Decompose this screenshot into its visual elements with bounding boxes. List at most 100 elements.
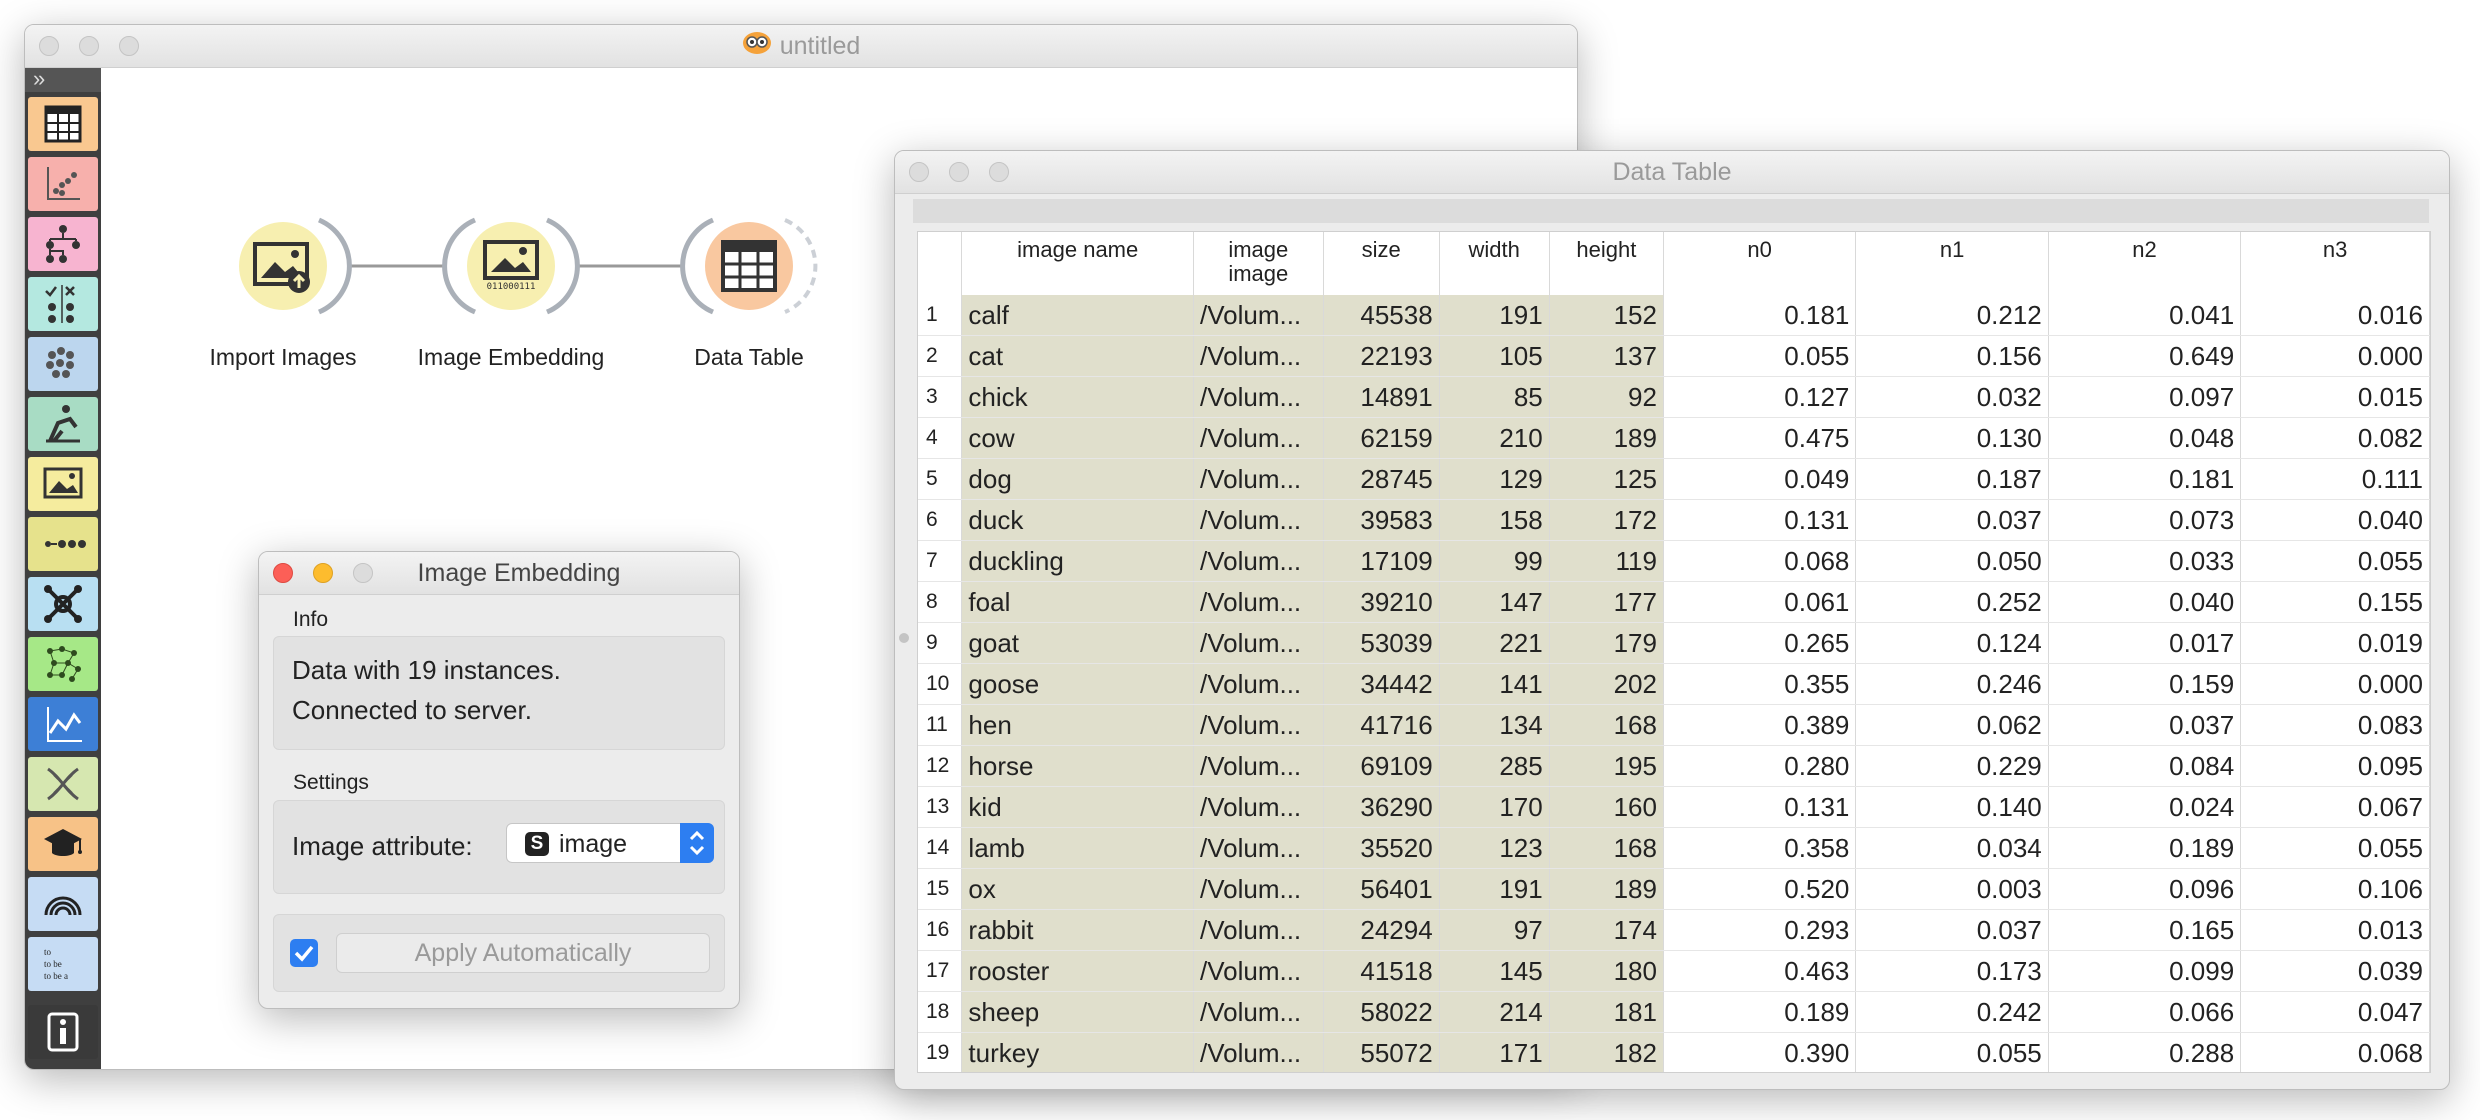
apply-auto-checkbox[interactable] — [290, 939, 318, 967]
cell-image: /Volum... — [1193, 622, 1324, 664]
cell-n0: 0.293 — [1663, 909, 1857, 951]
table-row[interactable]: 8 foal/Volum... 39210 147 177 0.061 0.252 0.040… — [918, 581, 2430, 623]
table-row[interactable]: 5 dog/Volum... 28745 129 125 0.049 0.187 0.181 0… — [918, 458, 2430, 500]
table-row[interactable]: 17 rooster/Volum... 41518 145 180 0.463 0.173 0… — [918, 950, 2430, 992]
data-table-title: Data Table — [1612, 158, 1732, 186]
visualize-icon[interactable] — [28, 157, 98, 211]
data-icon[interactable] — [28, 97, 98, 151]
column-header-n1[interactable]: n1 — [1855, 232, 2049, 295]
row-index: 8 — [918, 581, 963, 623]
table-row[interactable]: 7 duckling/Volum... 17109 99 119 0.068 0.050 0.… — [918, 540, 2430, 582]
table-row[interactable]: 13 kid/Volum... 36290 170 160 0.131 0.140 0.024… — [918, 786, 2430, 828]
splitter-handle[interactable] — [899, 633, 909, 643]
cell-image: /Volum... — [1193, 499, 1324, 541]
dna-icon[interactable] — [28, 757, 98, 811]
checkmark-icon — [294, 945, 314, 962]
column-header-image[interactable]: image image — [1193, 232, 1324, 295]
cell-height: 189 — [1549, 868, 1664, 910]
cell-n3: 0.000 — [2240, 663, 2430, 705]
cell-name: sheep — [961, 991, 1194, 1033]
column-header-n0[interactable]: n0 — [1663, 232, 1857, 295]
row-index: 16 — [918, 909, 963, 951]
cell-height: 172 — [1549, 499, 1664, 541]
cell-image: /Volum... — [1193, 458, 1324, 500]
table-row[interactable]: 2 cat/Volum... 22193 105 137 0.055 0.156 0.649 0… — [918, 335, 2430, 377]
table-row[interactable]: 3 chick/Volum... 14891 85 92 0.127 0.032 0.097 0… — [918, 376, 2430, 418]
column-header-size[interactable]: size — [1323, 232, 1440, 295]
cell-size: 39583 — [1323, 499, 1440, 541]
spectroscopy-icon[interactable] — [28, 877, 98, 931]
node-data-table[interactable] — [680, 216, 818, 316]
cell-image: /Volum... — [1193, 786, 1324, 828]
table-row[interactable]: 12 horse/Volum... 69109 285 195 0.280 0.229 0.0… — [918, 745, 2430, 787]
image-embedding-icon — [467, 222, 555, 310]
column-header-name[interactable]: image name — [961, 232, 1194, 295]
table-row[interactable]: 19 turkey/Volum... 55072 171 182 0.390 0.055 0.… — [918, 1032, 2430, 1072]
cell-size: 62159 — [1323, 417, 1440, 459]
table-row[interactable]: 4 cow/Volum... 62159 210 189 0.475 0.130 0.048 0… — [918, 417, 2430, 459]
timeseries-icon[interactable] — [28, 697, 98, 751]
image-attribute-value: image — [559, 830, 628, 858]
table-row[interactable]: 9 goat/Volum... 53039 221 179 0.265 0.124 0.017… — [918, 622, 2430, 664]
image-attribute-select[interactable]: S image — [506, 823, 714, 863]
row-index: 14 — [918, 827, 963, 869]
cell-size: 41518 — [1323, 950, 1440, 992]
corner-header[interactable] — [918, 232, 963, 295]
model-icon[interactable] — [28, 217, 98, 271]
table-row[interactable]: 1 calf/Volum... 45538 191 152 0.181 0.212 0.041… — [918, 295, 2430, 336]
image-viewer-icon[interactable] — [28, 457, 98, 511]
cell-name: goose — [961, 663, 1194, 705]
row-index: 11 — [918, 704, 963, 746]
embedding-title: Image Embedding — [417, 559, 621, 587]
cell-width: 147 — [1439, 581, 1550, 623]
cell-n0: 0.280 — [1663, 745, 1857, 787]
widget-sidebar: » to to be to be a — [25, 68, 101, 1069]
cell-n2: 0.037 — [2048, 704, 2242, 746]
bioinformatics-icon[interactable] — [28, 517, 98, 571]
cell-height: 202 — [1549, 663, 1664, 705]
cell-width: 170 — [1439, 786, 1550, 828]
image-attribute-label: Image attribute: — [292, 831, 473, 861]
cell-n1: 0.037 — [1855, 909, 2049, 951]
data-table-window: Data Table image name image image size width… — [894, 150, 2450, 1090]
node-import-images[interactable] — [233, 216, 352, 316]
table-row[interactable]: 18 sheep/Volum... 58022 214 181 0.189 0.242 0.0… — [918, 991, 2430, 1033]
column-header-n2[interactable]: n2 — [2048, 232, 2242, 295]
evaluate-icon[interactable] — [28, 277, 98, 331]
table-row[interactable]: 16 rabbit/Volum... 24294 97 174 0.293 0.037 0.1… — [918, 909, 2430, 951]
text-mining-icon[interactable]: to to be to be a — [28, 937, 98, 991]
geo-icon[interactable] — [28, 637, 98, 691]
cell-n2: 0.099 — [2048, 950, 2242, 992]
table-row[interactable]: 14 lamb/Volum... 35520 123 168 0.358 0.034 0.18… — [918, 827, 2430, 869]
unsupervised-icon[interactable] — [28, 337, 98, 391]
cell-n1: 0.055 — [1855, 1032, 2049, 1072]
table-row[interactable]: 10 goose/Volum... 34442 141 202 0.355 0.246 0.1… — [918, 663, 2430, 705]
column-header-width[interactable]: width — [1439, 232, 1550, 295]
image-analytics-icon[interactable] — [28, 397, 98, 451]
data-table-grid[interactable]: image name image image size width height n0 n1 n… — [917, 231, 2431, 1073]
cell-n2: 0.159 — [2048, 663, 2242, 705]
collapse-sidebar-button[interactable]: » — [25, 68, 101, 92]
table-row[interactable]: 11 hen/Volum... 41716 134 168 0.389 0.062 0.037… — [918, 704, 2430, 746]
cell-n3: 0.067 — [2240, 786, 2430, 828]
cell-image: /Volum... — [1193, 950, 1324, 992]
column-header-height[interactable]: height — [1549, 232, 1664, 295]
cell-n2: 0.040 — [2048, 581, 2242, 623]
cell-n1: 0.246 — [1855, 663, 2049, 705]
table-row[interactable]: 15 ox/Volum... 56401 191 189 0.520 0.003 0.096 0… — [918, 868, 2430, 910]
row-index: 7 — [918, 540, 963, 582]
educational-icon[interactable] — [28, 817, 98, 871]
cell-n3: 0.040 — [2240, 499, 2430, 541]
apply-button[interactable]: Apply Automatically — [336, 933, 710, 973]
row-index: 3 — [918, 376, 963, 418]
column-header-n3[interactable]: n3 — [2240, 232, 2430, 295]
info-instances: Data with 19 instances. — [292, 655, 561, 685]
cell-name: goat — [961, 622, 1194, 664]
node-image-embedding[interactable]: 011000111 — [442, 216, 580, 316]
table-row[interactable]: 6 duck/Volum... 39583 158 172 0.131 0.037 0.073… — [918, 499, 2430, 541]
cell-name: horse — [961, 745, 1194, 787]
info-icon[interactable] — [28, 1005, 98, 1059]
cell-n3: 0.083 — [2240, 704, 2430, 746]
cell-name: duck — [961, 499, 1194, 541]
network-icon[interactable] — [28, 577, 98, 631]
